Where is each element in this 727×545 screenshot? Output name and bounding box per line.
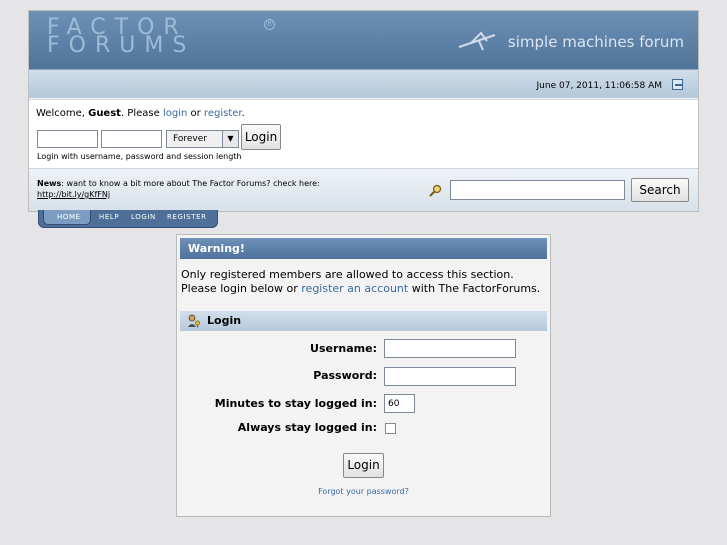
password-input[interactable] [384, 367, 516, 386]
user-area: Welcome, Guest. Please login or register… [29, 99, 698, 169]
login-header: Login [180, 311, 547, 331]
collapse-header-icon[interactable] [672, 79, 683, 90]
login-title: Login [207, 314, 242, 327]
quick-username-input[interactable] [37, 130, 98, 148]
session-length-value: Forever [173, 134, 207, 144]
smf-tagline: simple machines forum [507, 33, 684, 51]
quick-password-input[interactable] [101, 130, 162, 148]
warning-line-2-prefix: Please login below or [181, 282, 302, 295]
user-keys-icon [188, 314, 200, 328]
minutes-label: Minutes to stay logged in: [214, 397, 377, 410]
always-logged-in-checkbox[interactable] [385, 423, 396, 434]
search-button[interactable]: Search [631, 178, 689, 202]
login-panel: Warning! Only registered members are all… [176, 234, 551, 517]
minutes-input[interactable] [384, 394, 415, 413]
always-logged-in-label: Always stay logged in: [237, 421, 377, 434]
guest-name: Guest [88, 108, 121, 119]
news-link[interactable]: http://bit.ly/gKfFNj [37, 190, 110, 199]
password-label: Password: [313, 369, 377, 382]
forgot-password-link[interactable]: Forgot your password? [318, 487, 409, 496]
login-link[interactable]: login [163, 108, 187, 119]
search-input[interactable] [450, 180, 625, 200]
login-button[interactable]: Login [343, 453, 384, 478]
forum-header: FACTOR FORUMS ® simple machines forum Ju… [28, 10, 699, 212]
welcome-message: Welcome, Guest. Please login or register… [36, 108, 245, 119]
welcome-prefix: Welcome, [36, 108, 89, 119]
period-text: . [241, 108, 245, 119]
menu-item-login[interactable]: LOGIN [131, 213, 156, 221]
menu-item-help[interactable]: HELP [99, 213, 119, 221]
news-bar: News: want to know a bit more about The … [29, 169, 698, 211]
forgot-password-wrap: Forgot your password? [177, 487, 550, 496]
menu-item-home-label: HOME [57, 213, 81, 221]
menu-item-register[interactable]: REGISTER [167, 213, 207, 221]
warning-line-1: Only registered members are allowed to a… [181, 268, 514, 281]
search-icon [429, 184, 442, 197]
username-input[interactable] [384, 339, 516, 358]
username-label: Username: [310, 342, 377, 355]
news-body: : want to know a bit more about The Fact… [61, 179, 320, 188]
menu-item-home[interactable]: HOME [43, 210, 91, 225]
date-bar: June 07, 2011, 11:06:58 AM [29, 69, 698, 98]
warning-message: Only registered members are allowed to a… [181, 268, 540, 296]
current-datetime: June 07, 2011, 11:06:58 AM [536, 81, 662, 91]
session-length-select[interactable]: Forever ▼ [166, 130, 239, 148]
warning-header: Warning! [180, 238, 547, 259]
warning-line-2-suffix: with The FactorForums. [408, 282, 541, 295]
top-banner: FACTOR FORUMS ® simple machines forum [29, 11, 698, 69]
please-text: . Please [120, 108, 163, 119]
or-text: or [187, 108, 204, 119]
main-menu: HOME HELP LOGIN REGISTER [38, 210, 218, 228]
logo-line-2: FORUMS [47, 33, 196, 58]
news-text: News: want to know a bit more about The … [37, 178, 320, 200]
register-account-link[interactable]: register an account [301, 282, 408, 295]
register-link[interactable]: register [204, 108, 242, 119]
quick-login-button[interactable]: Login [241, 124, 281, 150]
dropdown-arrow-icon[interactable]: ▼ [222, 131, 238, 147]
news-label: News [37, 179, 62, 188]
warning-title: Warning! [188, 242, 245, 255]
registered-mark: ® [264, 19, 275, 30]
login-help-text: Login with username, password and sessio… [37, 152, 242, 161]
smf-logo-icon [458, 31, 496, 51]
forum-logo[interactable]: FACTOR FORUMS ® [47, 17, 277, 63]
